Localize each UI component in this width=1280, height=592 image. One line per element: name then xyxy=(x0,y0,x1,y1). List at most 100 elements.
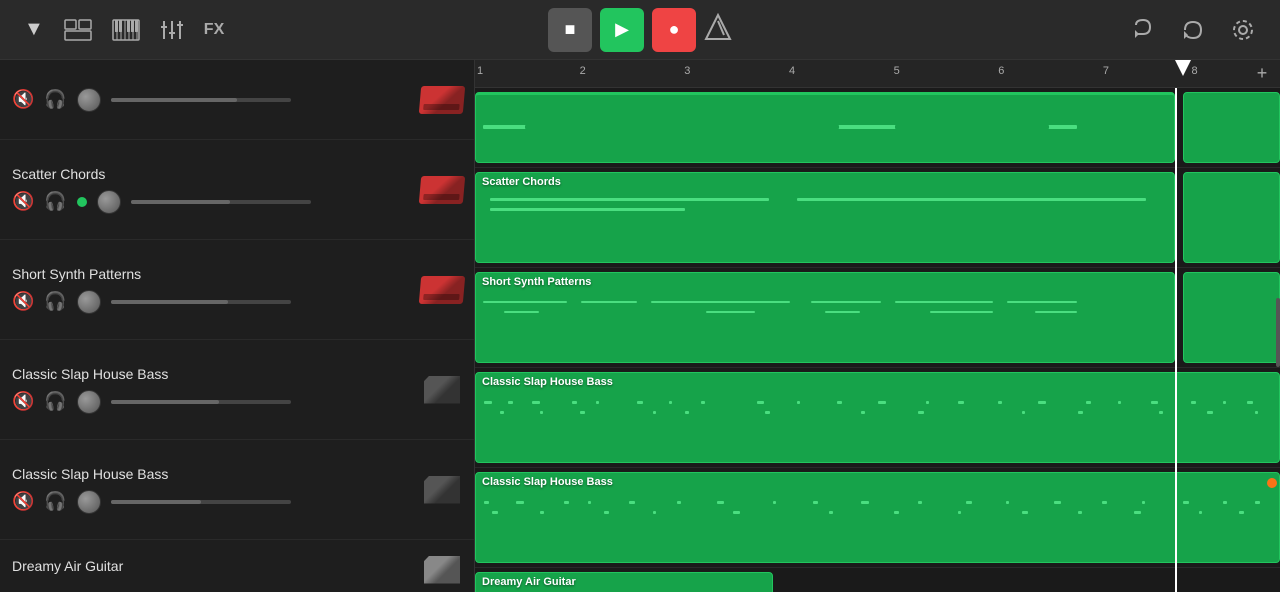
clip[interactable] xyxy=(1183,92,1280,163)
note-dot xyxy=(629,501,635,504)
slap-bass-clip-2[interactable]: Classic Slap House Bass xyxy=(475,472,1280,563)
add-track-button[interactable]: + xyxy=(1252,64,1272,84)
lanes-container: Scatter Chords Short Synth Patterns xyxy=(475,88,1280,592)
mute-icon[interactable]: 🔇 xyxy=(12,491,34,512)
headphones-icon[interactable]: 🎧 xyxy=(44,491,66,512)
loop-button[interactable] xyxy=(1176,13,1210,47)
volume-slider[interactable] xyxy=(111,500,291,504)
note-dot xyxy=(604,511,609,514)
stop-icon: ■ xyxy=(565,19,576,40)
volume-slider[interactable] xyxy=(131,200,311,204)
note-dot xyxy=(733,511,740,514)
note-dot xyxy=(564,501,569,504)
note-dot xyxy=(878,401,886,404)
note-dot xyxy=(1239,511,1244,514)
piano-roll-button[interactable] xyxy=(108,15,144,45)
mixer-button[interactable] xyxy=(156,15,188,45)
note-dot xyxy=(516,501,524,504)
synth-keyboard-icon xyxy=(419,276,465,304)
note-dot xyxy=(1022,411,1025,414)
track-lane[interactable]: Dreamy Air Guitar xyxy=(475,568,1280,592)
clip[interactable] xyxy=(1183,272,1280,363)
ruler-mark-7: 7 xyxy=(1103,65,1109,77)
mute-icon[interactable]: 🔇 xyxy=(12,291,34,312)
note-dot xyxy=(837,401,842,404)
track-controls: 🔇 🎧 xyxy=(12,190,462,214)
note-line xyxy=(581,301,637,303)
playhead-ruler-marker xyxy=(1175,60,1191,76)
volume-slider[interactable] xyxy=(111,300,291,304)
track-name: Short Synth Patterns xyxy=(12,266,462,282)
headphones-icon[interactable]: 🎧 xyxy=(44,291,66,312)
note-dot xyxy=(1078,511,1082,514)
mute-icon[interactable]: 🔇 xyxy=(12,191,34,212)
headphones-icon[interactable]: 🎧 xyxy=(44,391,66,412)
mute-icon[interactable]: 🔇 xyxy=(12,391,34,412)
stop-button[interactable]: ■ xyxy=(548,8,592,52)
clip-label: Dreamy Air Guitar xyxy=(476,573,772,591)
note-line xyxy=(490,208,686,211)
clip[interactable] xyxy=(475,92,1175,163)
note-dot xyxy=(797,401,800,404)
metronome-button[interactable] xyxy=(704,13,732,47)
volume-slider[interactable] xyxy=(111,400,291,404)
note-dot xyxy=(918,411,924,414)
note-dot xyxy=(1142,501,1145,504)
fx-button[interactable]: FX xyxy=(200,17,228,43)
play-button[interactable]: ▶ xyxy=(600,8,644,52)
track-lane[interactable] xyxy=(475,88,1280,168)
headphones-icon[interactable]: 🎧 xyxy=(44,191,66,212)
track-item: Classic Slap House Bass 🔇 🎧 xyxy=(0,340,474,440)
ruler-marks: 1 2 3 4 5 6 7 8 xyxy=(475,60,1280,87)
undo-button[interactable] xyxy=(1126,13,1160,47)
pan-knob[interactable] xyxy=(77,290,101,314)
headphones-icon[interactable]: 🎧 xyxy=(44,89,66,110)
orange-indicator xyxy=(1267,478,1277,488)
track-controls: 🔇 🎧 xyxy=(12,390,462,414)
note-dot xyxy=(508,401,513,404)
scatter-chords-clip[interactable]: Scatter Chords xyxy=(475,172,1175,263)
track-item: Scatter Chords 🔇 🎧 xyxy=(0,140,474,240)
volume-slider[interactable] xyxy=(111,98,291,102)
mixer-icon xyxy=(160,19,184,41)
settings-button[interactable] xyxy=(1226,13,1260,47)
track-lane[interactable]: Scatter Chords xyxy=(475,168,1280,268)
short-synth-clip[interactable]: Short Synth Patterns xyxy=(475,272,1175,363)
ruler-mark-6: 6 xyxy=(998,65,1004,77)
note-dot xyxy=(588,501,591,504)
track-lane[interactable]: Short Synth Patterns xyxy=(475,268,1280,368)
clip[interactable] xyxy=(1183,172,1280,263)
track-item: Classic Slap House Bass 🔇 🎧 xyxy=(0,440,474,540)
arranger-view-button[interactable] xyxy=(60,15,96,45)
track-lane[interactable]: Classic Slap House Bass xyxy=(475,468,1280,568)
piano-icon xyxy=(112,19,140,41)
metronome-icon xyxy=(704,13,732,41)
track-lane[interactable]: Classic Slap House Bass xyxy=(475,368,1280,468)
note-dot xyxy=(1255,411,1258,414)
pan-knob[interactable] xyxy=(77,490,101,514)
clip-notes xyxy=(476,115,1174,162)
ruler-mark-8: 8 xyxy=(1191,65,1197,77)
note-dot xyxy=(1199,511,1202,514)
note-line xyxy=(1035,311,1077,313)
main-content: 🔇 🎧 Scatter Chords 🔇 🎧 xyxy=(0,60,1280,592)
note-dot xyxy=(813,501,818,504)
dropdown-icon: ▼ xyxy=(24,18,44,41)
slap-bass-clip-1[interactable]: Classic Slap House Bass xyxy=(475,372,1280,463)
clip-notes xyxy=(476,293,1174,362)
note-dot xyxy=(1078,411,1083,414)
note-line xyxy=(930,311,993,313)
timeline[interactable]: 1 2 3 4 5 6 7 8 + xyxy=(475,60,1280,592)
pan-knob[interactable] xyxy=(97,190,121,214)
note-dot xyxy=(1247,401,1253,404)
instrument-icon xyxy=(418,274,466,306)
clip-notes xyxy=(476,493,1279,562)
pan-knob[interactable] xyxy=(77,390,101,414)
pan-knob[interactable] xyxy=(77,88,101,112)
scroll-indicator xyxy=(1276,298,1280,367)
dropdown-button[interactable]: ▼ xyxy=(20,14,48,45)
mute-icon[interactable]: 🔇 xyxy=(12,89,34,110)
note-dot xyxy=(701,401,705,404)
dreamy-guitar-clip[interactable]: Dreamy Air Guitar xyxy=(475,572,773,592)
record-button[interactable]: ● xyxy=(652,8,696,52)
